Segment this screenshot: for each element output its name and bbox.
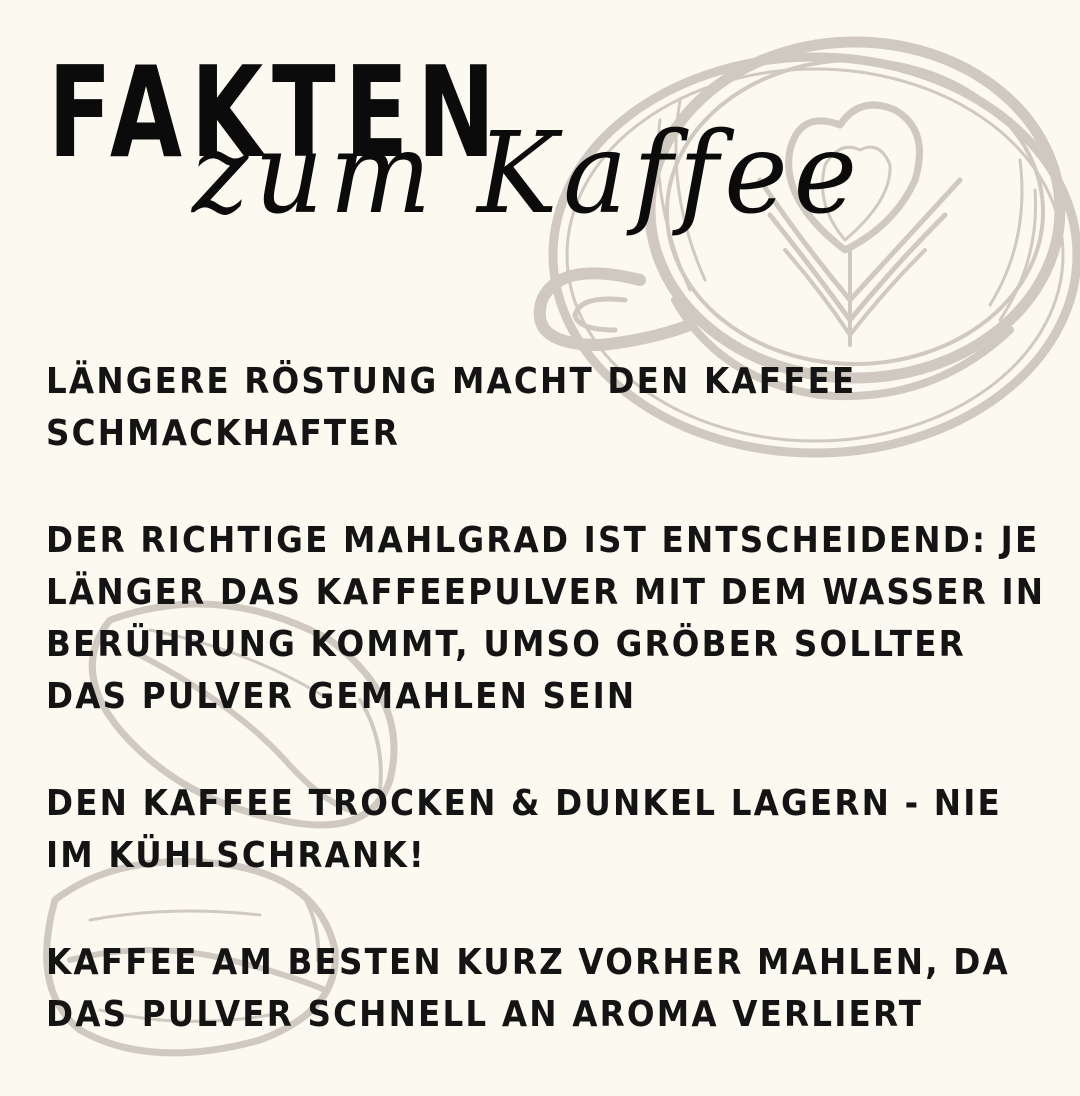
page-subtitle: zum Kaffee (192, 109, 863, 239)
facts-list: LÄNGERE RÖSTUNG MACHT DEN KAFFEE SCHMACK… (46, 356, 1056, 1096)
fact-item: LÄNGERE RÖSTUNG MACHT DEN KAFFEE SCHMACK… (46, 361, 857, 454)
fact-item: KAFFEE AM BESTEN KURZ VORHER MAHLEN, DA … (46, 942, 1010, 1035)
fact-item: DEN KAFFEE TROCKEN & DUNKEL LAGERN - NIE… (46, 783, 1002, 876)
fact-item: DER RICHTIGE MAHLGRAD IST ENTSCHEIDEND: … (46, 520, 1046, 717)
coffee-facts-card: FAKTEN zum Kaffee LÄNGERE RÖSTUNG MACHT … (0, 0, 1080, 1080)
